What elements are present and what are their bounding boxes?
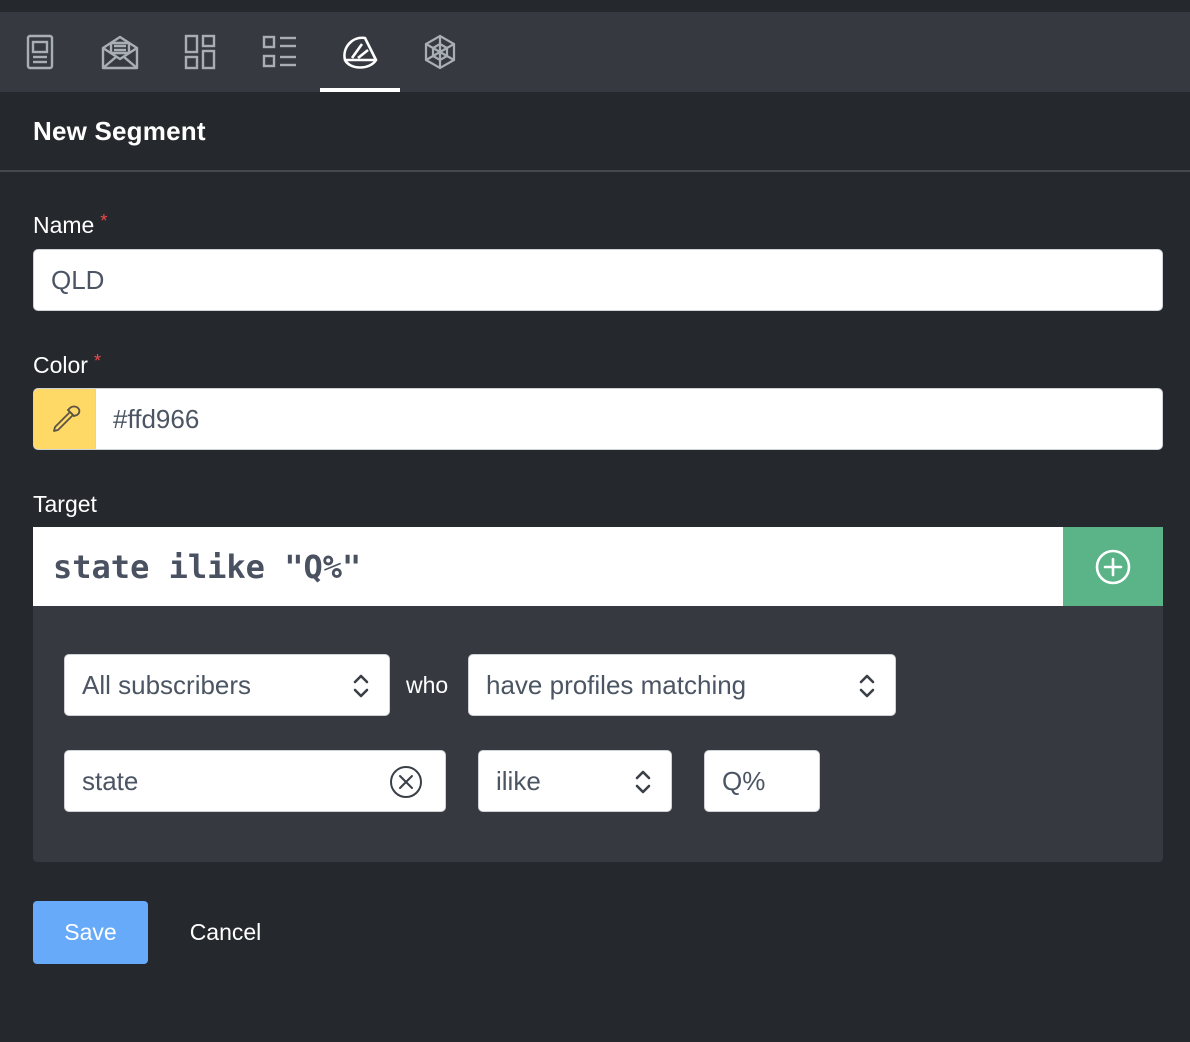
color-input-value[interactable]: #ffd966 — [96, 404, 199, 435]
name-input[interactable]: QLD — [33, 249, 1163, 311]
tab-document[interactable] — [0, 12, 80, 92]
tab-mail[interactable] — [80, 12, 160, 92]
select-arrows-icon — [635, 770, 651, 794]
plus-circle-icon — [1095, 549, 1131, 584]
field-input[interactable]: state — [64, 750, 446, 812]
audience-select-value: All subscribers — [82, 669, 252, 700]
required-marker: * — [100, 211, 108, 231]
top-strip — [0, 0, 1190, 12]
target-label: Target — [33, 491, 97, 518]
condition-select-value: have profiles matching — [486, 669, 747, 700]
condition-select[interactable]: have profiles matching — [468, 654, 896, 716]
tab-segments[interactable] — [320, 12, 400, 92]
required-marker: * — [93, 351, 101, 371]
atom-icon — [424, 34, 456, 70]
value-input[interactable]: Q% — [704, 750, 820, 812]
rule-builder: All subscribers who have profiles matchi… — [33, 606, 1163, 862]
document-icon — [26, 34, 54, 70]
color-swatch[interactable] — [34, 389, 96, 449]
name-label: Name * — [33, 211, 108, 239]
clear-circle-icon[interactable] — [389, 765, 423, 799]
color-label-text: Color — [33, 352, 88, 378]
name-label-text: Name — [33, 212, 95, 238]
page-header: New Segment — [0, 92, 1190, 172]
name-input-value: QLD — [51, 264, 105, 295]
select-arrows-icon — [353, 674, 369, 698]
target-expression-text: state ilike "Q%" — [53, 547, 362, 586]
audience-select[interactable]: All subscribers — [64, 654, 390, 716]
color-field[interactable]: #ffd966 — [33, 388, 1163, 450]
operator-select-value: ilike — [496, 765, 541, 796]
list-icon — [262, 35, 296, 68]
mail-open-icon — [101, 35, 139, 70]
dashboard-icon — [184, 34, 216, 70]
save-button[interactable]: Save — [33, 901, 148, 964]
tab-bar — [0, 12, 1190, 92]
add-rule-button[interactable] — [1063, 527, 1163, 606]
tab-dashboard[interactable] — [160, 12, 240, 92]
field-input-value: state — [82, 765, 139, 796]
target-label-text: Target — [33, 491, 97, 517]
segment-icon — [343, 36, 378, 69]
target-expression[interactable]: state ilike "Q%" — [33, 527, 1063, 606]
operator-select[interactable]: ilike — [478, 750, 672, 812]
select-arrows-icon — [859, 674, 875, 698]
value-input-value: Q% — [722, 765, 766, 796]
cancel-button[interactable]: Cancel — [168, 901, 283, 964]
eyedropper-icon — [52, 405, 80, 432]
who-label: who — [406, 672, 449, 698]
tab-list[interactable] — [240, 12, 320, 92]
color-label: Color * — [33, 351, 101, 379]
page-title: New Segment — [33, 116, 206, 146]
tab-atom[interactable] — [400, 12, 480, 92]
